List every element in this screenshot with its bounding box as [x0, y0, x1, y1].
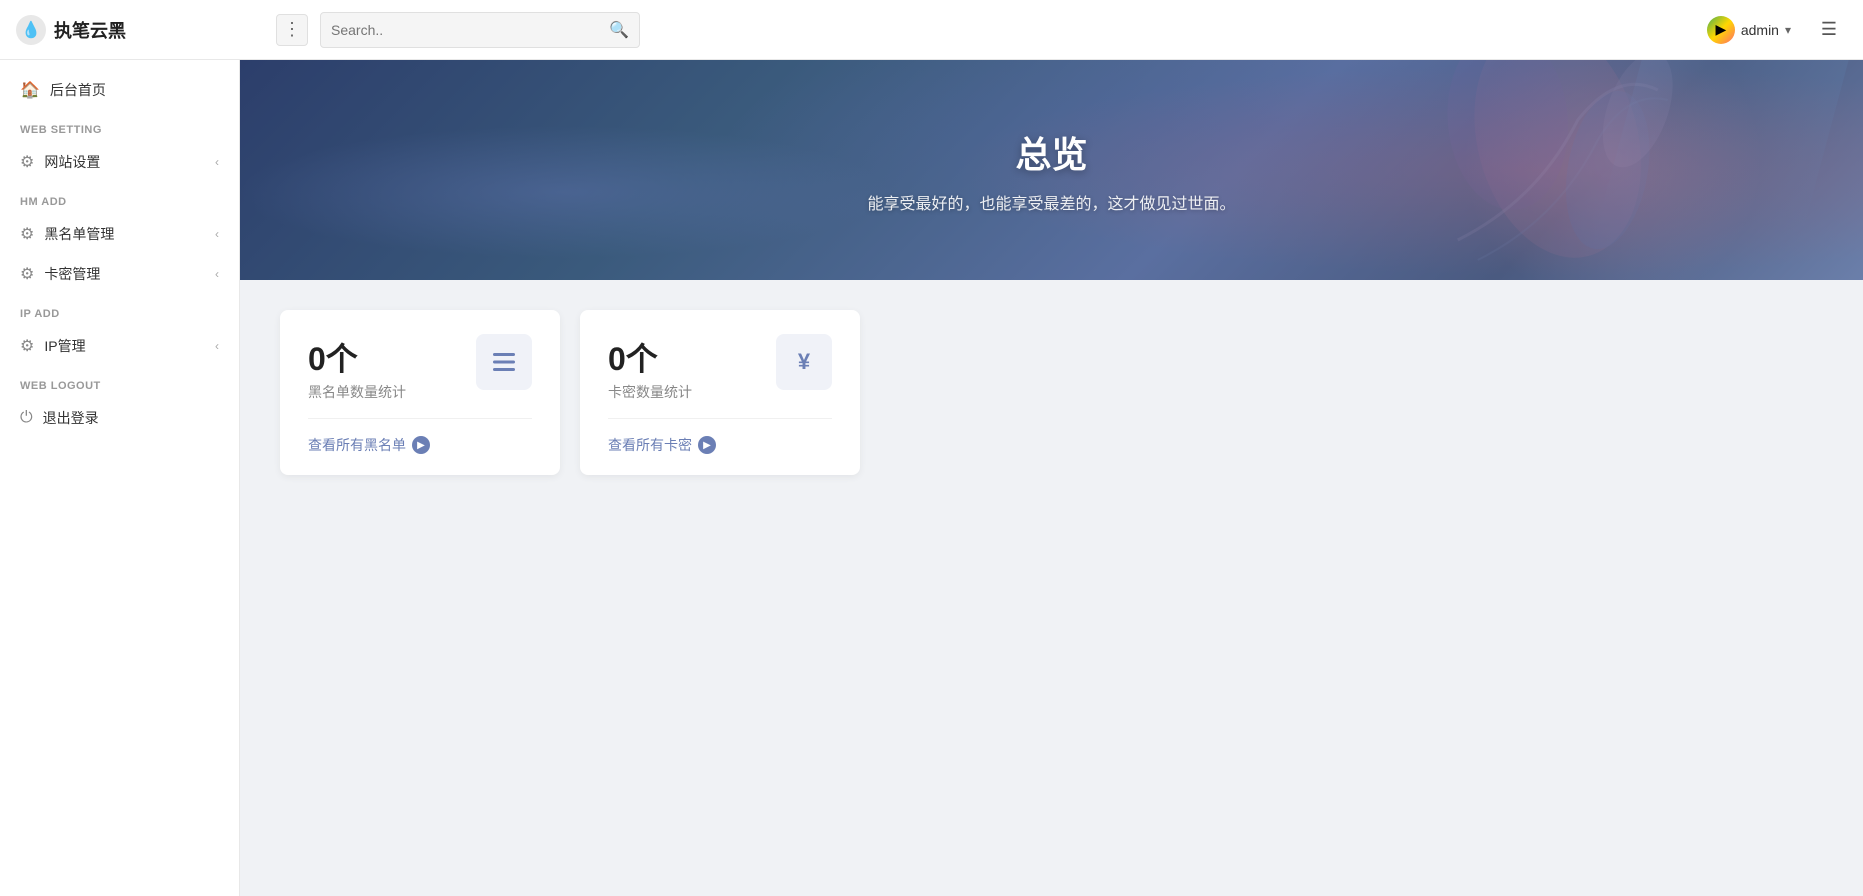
blacklist-count: 0个	[308, 334, 406, 380]
main-layout: 🏠 后台首页 WEB SETTING ⚙ 网站设置 ‹ HM ADD ⚙ 黑名单…	[0, 60, 1863, 896]
sidebar-ip-label: IP管理	[44, 336, 205, 356]
view-cardkey-link[interactable]: 查看所有卡密 ▶	[608, 435, 832, 455]
web-setting-arrow-icon: ‹	[215, 155, 219, 169]
banner-subtitle: 能享受最好的，也能享受最差的，这才做见过世面。	[867, 190, 1235, 214]
chevron-down-icon: ▾	[1785, 23, 1791, 37]
ip-arrow-icon: ‹	[215, 339, 219, 353]
banner-text-area: 总览 能享受最好的，也能享受最差的，这才做见过世面。	[867, 126, 1235, 214]
card-divider-cardkey	[608, 418, 832, 419]
blacklist-link-arrow-icon: ▶	[412, 436, 430, 454]
web-setting-icon: ⚙	[20, 152, 34, 172]
sidebar-section-web-setting: WEB SETTING	[0, 110, 239, 142]
sidebar-item-logout[interactable]: ⏻ 退出登录	[0, 398, 239, 438]
sidebar-home-label: 后台首页	[50, 80, 219, 100]
sidebar-web-setting-label: 网站设置	[44, 152, 205, 172]
user-menu-button[interactable]: ▶ admin ▾	[1699, 12, 1799, 48]
cardkey-label: 卡密数量统计	[608, 382, 692, 402]
cardkey-count: 0个	[608, 334, 692, 380]
search-bar: 🔍	[320, 12, 640, 48]
blacklist-icon: ⚙	[20, 224, 34, 244]
card-arrow-icon: ‹	[215, 267, 219, 281]
logo-area: 💧 执笔云黑	[16, 15, 256, 45]
card-divider-blacklist	[308, 418, 532, 419]
logo-icon: 💧	[16, 15, 46, 45]
sidebar-card-label: 卡密管理	[44, 264, 205, 284]
sidebar-item-web-setting[interactable]: ⚙ 网站设置 ‹	[0, 142, 239, 182]
search-input[interactable]	[331, 22, 609, 38]
main-content: 总览 能享受最好的，也能享受最差的，这才做见过世面。 0个 黑名单数量统计	[240, 60, 1863, 896]
logout-icon: ⏻	[20, 409, 33, 427]
user-avatar: ▶	[1707, 16, 1735, 44]
blacklist-stat-card: 0个 黑名单数量统计 查看所有黑名单 ▶	[280, 310, 560, 475]
sidebar-item-blacklist[interactable]: ⚙ 黑名单管理 ‹	[0, 214, 239, 254]
cardkey-icon-box: ¥	[776, 334, 832, 390]
hamburger-menu-button[interactable]: ☰	[1811, 12, 1847, 48]
sidebar-section-ip-add: IP ADD	[0, 294, 239, 326]
list-icon	[490, 348, 518, 376]
cardkey-count-area: 0个 卡密数量统计	[608, 334, 692, 402]
sidebar-section-logout: WEB LOGOUT	[0, 366, 239, 398]
blacklist-icon-box	[476, 334, 532, 390]
view-blacklist-text: 查看所有黑名单	[308, 435, 406, 455]
header-right: ▶ admin ▾ ☰	[1699, 12, 1847, 48]
view-cardkey-text: 查看所有卡密	[608, 435, 692, 455]
banner: 总览 能享受最好的，也能享受最差的，这才做见过世面。	[240, 60, 1863, 280]
home-icon: 🏠	[20, 80, 40, 100]
view-blacklist-link[interactable]: 查看所有黑名单 ▶	[308, 435, 532, 455]
search-icon[interactable]: 🔍	[609, 20, 629, 40]
svg-text:¥: ¥	[798, 349, 811, 374]
blacklist-count-area: 0个 黑名单数量统计	[308, 334, 406, 402]
logo-text: 执笔云黑	[54, 17, 126, 43]
card-icon: ⚙	[20, 264, 34, 284]
sidebar-item-home[interactable]: 🏠 后台首页	[0, 70, 239, 110]
cardkey-stat-card: 0个 卡密数量统计 ¥ 查看所有卡密 ▶	[580, 310, 860, 475]
header-center: ⋮ 🔍	[256, 12, 1699, 48]
sidebar-logout-label: 退出登录	[43, 408, 219, 428]
three-dots-button[interactable]: ⋮	[276, 14, 308, 46]
sidebar-item-card[interactable]: ⚙ 卡密管理 ‹	[0, 254, 239, 294]
cards-area: 0个 黑名单数量统计 查看所有黑名单 ▶	[240, 280, 1863, 505]
cardkey-link-arrow-icon: ▶	[698, 436, 716, 454]
blacklist-label: 黑名单数量统计	[308, 382, 406, 402]
blacklist-arrow-icon: ‹	[215, 227, 219, 241]
card-top-blacklist: 0个 黑名单数量统计	[308, 334, 532, 402]
top-header: 💧 执笔云黑 ⋮ 🔍 ▶ admin ▾ ☰	[0, 0, 1863, 60]
sidebar: 🏠 后台首页 WEB SETTING ⚙ 网站设置 ‹ HM ADD ⚙ 黑名单…	[0, 60, 240, 896]
sidebar-section-hm-add: HM ADD	[0, 182, 239, 214]
card-top-cardkey: 0个 卡密数量统计 ¥	[608, 334, 832, 402]
user-name-label: admin	[1741, 22, 1779, 38]
sidebar-blacklist-label: 黑名单管理	[44, 224, 205, 244]
ip-icon: ⚙	[20, 336, 34, 356]
yen-icon: ¥	[789, 347, 819, 377]
sidebar-item-ip[interactable]: ⚙ IP管理 ‹	[0, 326, 239, 366]
banner-title: 总览	[867, 126, 1235, 178]
